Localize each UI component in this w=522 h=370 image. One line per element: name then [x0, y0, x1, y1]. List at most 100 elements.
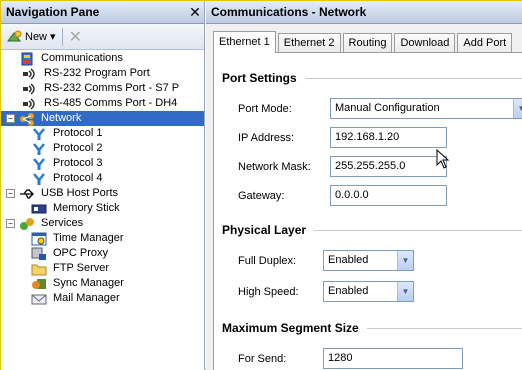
- new-button[interactable]: New ▾: [6, 30, 56, 44]
- port-mode-select[interactable]: Manual Configuration ▼: [330, 98, 522, 119]
- port-icon: [22, 82, 38, 96]
- tree-item-label: RS-485 Comms Port - DH4: [44, 97, 178, 109]
- network-icon: [19, 112, 35, 126]
- for-send-label: For Send:: [238, 352, 287, 365]
- protocol-icon: [31, 142, 47, 156]
- for-send-field[interactable]: 1280: [323, 348, 463, 369]
- collapse-toggle-icon[interactable]: −: [6, 219, 15, 228]
- tree-item-label: RS-232 Program Port: [44, 67, 150, 79]
- network-mask-field[interactable]: 255.255.255.0: [330, 156, 447, 177]
- sync-manager-icon: [31, 277, 47, 291]
- tree-item-usb-host-ports[interactable]: − USB Host Ports: [1, 186, 204, 201]
- services-icon: [19, 217, 35, 231]
- tree-item-label: Time Manager: [53, 232, 124, 244]
- tab-panel-ethernet-1: Port Settings Port Mode: Manual Configur…: [213, 52, 522, 370]
- tab-add-port[interactable]: Add Port: [457, 33, 513, 53]
- toolbar-separator: [61, 27, 63, 46]
- tree-item-label: RS-232 Comms Port - S7 P: [44, 82, 180, 94]
- ip-address-field[interactable]: 192.168.1.20: [330, 127, 447, 148]
- mouse-pointer-icon: [436, 149, 450, 169]
- tree-item-label: Protocol 4: [53, 172, 103, 184]
- full-duplex-label: Full Duplex:: [238, 254, 297, 267]
- usb-icon: [19, 187, 35, 201]
- tree-item-mail-manager[interactable]: Mail Manager: [1, 291, 204, 306]
- new-button-label: New ▾: [25, 31, 56, 43]
- navigation-pane: Navigation Pane ✕ New ▾ ✕ Communications…: [1, 1, 205, 370]
- tree-item-label: USB Host Ports: [41, 187, 119, 199]
- port-icon: [22, 67, 38, 81]
- tree-item-communications[interactable]: Communications: [1, 51, 204, 66]
- network-mask-label: Network Mask:: [238, 160, 311, 173]
- content-title: Communications - Network: [206, 1, 522, 24]
- high-speed-value: Enabled: [328, 285, 369, 297]
- tree-item-rs-232-comms-port-s7-p[interactable]: RS-232 Comms Port - S7 P: [1, 81, 204, 96]
- chevron-down-icon[interactable]: ▼: [397, 282, 413, 301]
- tree-item-protocol-1[interactable]: Protocol 1: [1, 126, 204, 141]
- memory-stick-icon: [31, 202, 47, 216]
- tree-item-rs-485-comms-port-dh4[interactable]: RS-485 Comms Port - DH4: [1, 96, 204, 111]
- tree-item-label: FTP Server: [53, 262, 110, 274]
- tree-item-label: Services: [41, 217, 84, 229]
- tree-item-sync-manager[interactable]: Sync Manager: [1, 276, 204, 291]
- protocol-icon: [31, 157, 47, 171]
- gateway-field[interactable]: 0.0.0.0: [330, 185, 447, 206]
- port-mode-label: Port Mode:: [238, 102, 292, 115]
- tree-item-label: Network: [39, 111, 84, 126]
- gateway-label: Gateway:: [238, 189, 285, 202]
- port-settings-title: Port Settings: [222, 71, 297, 85]
- tree-item-services[interactable]: − Services: [1, 216, 204, 231]
- tree-item-memory-stick[interactable]: Memory Stick: [1, 201, 204, 216]
- port-settings-group: Port Settings: [222, 71, 522, 85]
- tab-ethernet-2[interactable]: Ethernet 2: [277, 33, 341, 53]
- opc-proxy-icon: [31, 247, 47, 261]
- chevron-down-icon[interactable]: ▼: [513, 99, 522, 118]
- high-speed-select[interactable]: Enabled ▼: [323, 281, 414, 302]
- navigation-pane-header: Navigation Pane ✕: [1, 1, 204, 24]
- tab-ethernet-1[interactable]: Ethernet 1: [213, 31, 276, 53]
- close-icon[interactable]: ✕: [186, 4, 204, 21]
- tree-item-ftp-server[interactable]: FTP Server: [1, 261, 204, 276]
- full-duplex-row: Full Duplex: Enabled ▼: [238, 250, 414, 271]
- tree-item-label: Protocol 1: [53, 127, 103, 139]
- tree-item-label: Protocol 3: [53, 157, 103, 169]
- collapse-toggle-icon[interactable]: −: [6, 189, 15, 198]
- port-mode-row: Port Mode: Manual Configuration ▼: [238, 98, 522, 119]
- new-icon: [7, 30, 22, 41]
- tree-item-opc-proxy[interactable]: OPC Proxy: [1, 246, 204, 261]
- tree-item-rs-232-program-port[interactable]: RS-232 Program Port: [1, 66, 204, 81]
- full-duplex-value: Enabled: [328, 254, 369, 266]
- mail-manager-icon: [31, 292, 47, 306]
- network-mask-row: Network Mask: 255.255.255.0: [238, 156, 447, 177]
- tree-item-network[interactable]: − Network: [1, 111, 204, 126]
- high-speed-label: High Speed:: [238, 285, 299, 298]
- physical-layer-group: Physical Layer: [222, 223, 522, 237]
- tree-item-label: Mail Manager: [53, 292, 120, 304]
- protocol-icon: [31, 127, 47, 141]
- group-divider: [304, 77, 522, 79]
- full-duplex-select[interactable]: Enabled ▼: [323, 250, 414, 271]
- delete-icon[interactable]: ✕: [69, 27, 82, 47]
- chevron-down-icon[interactable]: ▼: [397, 251, 413, 270]
- navigation-pane-title: Navigation Pane: [6, 5, 100, 19]
- high-speed-row: High Speed: Enabled ▼: [238, 281, 414, 302]
- tree-item-label: Communications: [41, 52, 123, 64]
- tree-item-label: Sync Manager: [53, 277, 124, 289]
- tree-item-time-manager[interactable]: Time Manager: [1, 231, 204, 246]
- tree-item-label: OPC Proxy: [53, 247, 109, 259]
- ip-address-row: IP Address: 192.168.1.20: [238, 127, 447, 148]
- protocol-icon: [31, 172, 47, 186]
- port-icon: [22, 97, 38, 111]
- collapse-toggle-icon[interactable]: −: [6, 114, 15, 123]
- navigation-tree: Communications RS-232 Program Port RS-232 …: [1, 51, 204, 370]
- tree-item-protocol-4[interactable]: Protocol 4: [1, 171, 204, 186]
- for-send-row: For Send: 1280: [238, 348, 463, 369]
- tree-item-protocol-2[interactable]: Protocol 2: [1, 141, 204, 156]
- physical-layer-title: Physical Layer: [222, 223, 307, 237]
- tab-strip: Ethernet 1 Ethernet 2 Routing Download Add P…: [213, 31, 514, 53]
- port-mode-value: Manual Configuration: [335, 102, 440, 114]
- tab-download[interactable]: Download: [394, 33, 456, 53]
- gateway-row: Gateway: 0.0.0.0: [238, 185, 447, 206]
- tab-routing[interactable]: Routing: [342, 33, 393, 53]
- tree-item-protocol-3[interactable]: Protocol 3: [1, 156, 204, 171]
